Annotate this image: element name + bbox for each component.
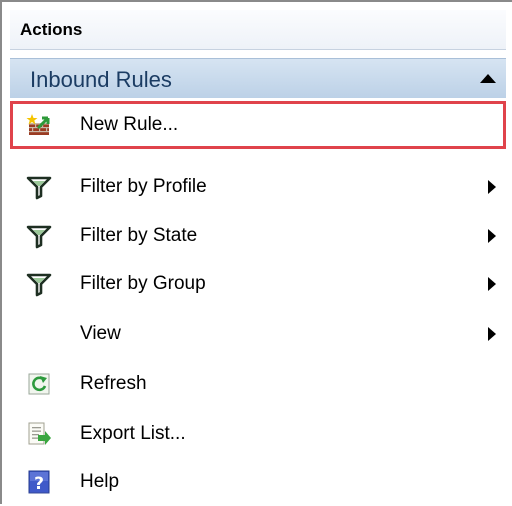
menu-item-label: View xyxy=(80,323,121,344)
inbound-rules-section-header[interactable]: Inbound Rules xyxy=(10,58,506,98)
chevron-right-icon xyxy=(488,180,496,194)
menu-item-new-rule[interactable]: New Rule... xyxy=(10,101,506,149)
menu-item-refresh[interactable]: Refresh xyxy=(10,360,506,408)
help-icon: ? xyxy=(28,470,50,494)
section-header-label: Inbound Rules xyxy=(30,67,172,92)
triangle-up-icon[interactable] xyxy=(480,74,496,83)
menu-item-label: New Rule... xyxy=(80,114,179,135)
menu-item-label: Filter by State xyxy=(80,225,198,246)
menu-item-help[interactable]: ? Help xyxy=(10,458,506,506)
actions-pane-title-label: Actions xyxy=(20,20,83,39)
refresh-icon xyxy=(28,373,50,395)
filter-funnel-icon xyxy=(26,176,52,200)
menu-item-export-list[interactable]: Export List... xyxy=(10,410,506,458)
menu-item-label: Filter by Group xyxy=(80,273,206,294)
menu-item-view[interactable]: View xyxy=(10,310,506,358)
actions-pane: Actions Inbound Rules New Rule... Filter… xyxy=(0,0,512,504)
actions-pane-title: Actions xyxy=(10,10,506,50)
chevron-right-icon xyxy=(488,229,496,243)
menu-item-filter-by-group[interactable]: Filter by Group xyxy=(10,260,506,308)
export-list-icon xyxy=(28,422,51,445)
new-rule-firewall-icon xyxy=(26,114,50,135)
menu-item-filter-by-profile[interactable]: Filter by Profile xyxy=(10,163,506,211)
filter-funnel-icon xyxy=(26,225,52,249)
menu-item-label: Export List... xyxy=(80,423,186,444)
menu-item-label: Refresh xyxy=(80,373,147,394)
chevron-right-icon xyxy=(488,327,496,341)
svg-text:?: ? xyxy=(34,474,44,494)
menu-item-label: Help xyxy=(80,471,120,492)
chevron-right-icon xyxy=(488,277,496,291)
menu-item-filter-by-state[interactable]: Filter by State xyxy=(10,212,506,260)
filter-funnel-icon xyxy=(26,273,52,297)
menu-item-label: Filter by Profile xyxy=(80,176,207,197)
